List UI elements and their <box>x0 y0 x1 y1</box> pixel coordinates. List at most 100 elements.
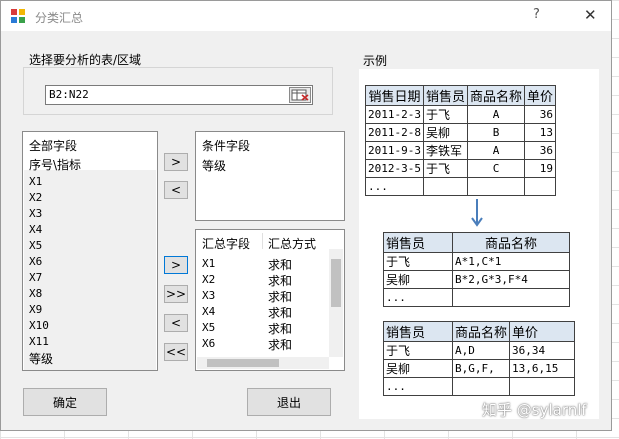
all-fields-item[interactable]: 序号\指标 <box>29 156 81 173</box>
table-cell: 36 <box>524 105 557 124</box>
example-result-table-1: 销售员 商品名称 于飞 A*1,C*1 吴柳 B*2,G*3,F*4 ... <box>383 232 570 307</box>
help-button[interactable]: ? <box>533 7 540 22</box>
table-row: 吴柳 B,G,F, 13,6,15 <box>383 359 576 378</box>
table-cell: B <box>466 123 526 142</box>
watermark: 知乎 @sylarnlf <box>482 401 587 419</box>
table-row: 于飞 A*1,C*1 <box>383 252 570 271</box>
table-cell: 19 <box>524 159 557 178</box>
summary-row-method[interactable]: 求和 <box>268 320 292 337</box>
all-fields-item[interactable]: X6 <box>29 255 42 268</box>
table-cell: 2011-2-8 <box>365 123 424 142</box>
example-section-label: 示例 <box>363 54 388 68</box>
table-cell: 于飞 <box>383 252 453 271</box>
table-cell <box>524 177 557 196</box>
remove-all-summary-button[interactable]: << <box>164 343 188 361</box>
table-row: ... <box>365 177 557 196</box>
table-row: 2012-3-5 于飞 C 19 <box>365 159 557 178</box>
table-header: 销售日期 <box>365 85 424 106</box>
summary-fields-listbox[interactable]: 汇总字段 汇总方式 X1 求和 X2 求和 X3 求和 X4 求和 X5 求和 … <box>195 229 345 371</box>
summary-row-field[interactable]: X1 <box>202 257 215 270</box>
table-header: 销售员 <box>383 321 453 342</box>
table-header: 销售员 <box>383 232 453 253</box>
app-icon <box>11 9 25 23</box>
summary-row-method[interactable]: 求和 <box>268 336 292 353</box>
range-input[interactable]: B2:N22 <box>45 85 313 105</box>
example-panel: 销售日期 销售员 商品名称 单价 2011-2-3 于飞 A 36 2011-2… <box>359 69 599 419</box>
summary-scroll-thumb[interactable] <box>331 259 341 307</box>
table-header: 单价 <box>524 85 557 106</box>
table-cell: 13,6,15 <box>509 359 576 378</box>
window-title: 分类汇总 <box>35 11 84 25</box>
table-cell: 2012-3-5 <box>365 159 424 178</box>
all-fields-item[interactable]: X10 <box>29 319 49 332</box>
table-cell: A,D <box>451 341 511 360</box>
summary-horizontal-scrollbar[interactable] <box>197 357 329 369</box>
table-row: 2011-2-8 吴柳 B 13 <box>365 123 557 142</box>
table-header: 商品名称 <box>452 232 570 253</box>
title-bar: 分类汇总 ? ✕ <box>1 1 611 31</box>
table-cell: B*2,G*3,F*4 <box>452 270 570 289</box>
table-header: 单价 <box>509 321 576 342</box>
summary-row-field[interactable]: X6 <box>202 337 215 350</box>
summary-row-method[interactable]: 求和 <box>268 256 292 273</box>
summary-hscroll-thumb[interactable] <box>207 359 279 367</box>
table-cell <box>466 177 526 196</box>
remove-summary-button[interactable]: < <box>164 314 188 332</box>
all-fields-item[interactable]: 等级 <box>29 350 53 367</box>
summary-method-header: 汇总方式 <box>268 237 317 251</box>
table-cell: 2011-2-3 <box>365 105 424 124</box>
summary-row-method[interactable]: 求和 <box>268 272 292 289</box>
table-cell: ... <box>383 377 453 396</box>
condition-fields-listbox[interactable]: 条件字段 等级 <box>195 131 345 221</box>
table-cell: 于飞 <box>422 159 469 178</box>
table-row: 2011-9-3 李铁军 A 36 <box>365 141 557 160</box>
summary-row-field[interactable]: X3 <box>202 289 215 302</box>
table-row: ... <box>383 288 570 307</box>
all-fields-item[interactable]: X3 <box>29 207 42 220</box>
group-summary-dialog: 分类汇总 ? ✕ 选择要分析的表/区域 B2:N22 全部字段 序号\指标 X1… <box>0 0 612 431</box>
table-cell: 36 <box>524 141 557 160</box>
add-all-summary-button[interactable]: >> <box>164 285 188 303</box>
range-section-label: 选择要分析的表/区域 <box>29 53 142 67</box>
table-cell: 吴柳 <box>383 270 453 289</box>
summary-row-field[interactable]: X2 <box>202 273 215 286</box>
table-cell <box>422 177 469 196</box>
range-picker-icon[interactable] <box>289 87 311 103</box>
table-header: 销售员 <box>422 85 469 106</box>
summary-vertical-scrollbar[interactable] <box>329 249 343 357</box>
table-cell: 13 <box>524 123 557 142</box>
summary-row-field[interactable]: X4 <box>202 305 215 318</box>
summary-row-method[interactable]: 求和 <box>268 304 292 321</box>
table-header: 商品名称 <box>451 321 511 342</box>
summary-row-method[interactable]: 求和 <box>268 288 292 305</box>
table-cell: A <box>466 105 526 124</box>
table-cell: B,G,F, <box>451 359 511 378</box>
all-fields-item[interactable]: X4 <box>29 223 42 236</box>
all-fields-item[interactable]: X1 <box>29 175 42 188</box>
condition-field-item[interactable]: 等级 <box>202 157 226 174</box>
all-fields-header: 全部字段 <box>29 139 78 153</box>
all-fields-listbox[interactable]: 全部字段 序号\指标 X1 X2 X3 X4 X5 X6 X7 X8 X9 X1… <box>22 131 158 371</box>
add-condition-button[interactable]: > <box>164 153 188 171</box>
example-source-table: 销售日期 销售员 商品名称 单价 2011-2-3 于飞 A 36 2011-2… <box>365 85 557 196</box>
all-fields-item[interactable]: X7 <box>29 271 42 284</box>
table-cell: 2011-9-3 <box>365 141 424 160</box>
column-divider <box>262 233 263 249</box>
exit-button[interactable]: 退出 <box>247 388 331 416</box>
table-cell: C <box>466 159 526 178</box>
all-fields-item[interactable]: X8 <box>29 287 42 300</box>
ok-button[interactable]: 确定 <box>23 388 107 416</box>
summary-row-field[interactable]: X5 <box>202 321 215 334</box>
table-cell: 吴柳 <box>383 359 453 378</box>
all-fields-item[interactable]: X5 <box>29 239 42 252</box>
add-summary-button[interactable]: > <box>164 256 188 274</box>
remove-condition-button[interactable]: < <box>164 181 188 199</box>
table-cell: 于飞 <box>422 105 469 124</box>
table-cell: 于飞 <box>383 341 453 360</box>
all-fields-item[interactable]: X2 <box>29 191 42 204</box>
all-fields-item[interactable]: X11 <box>29 335 49 348</box>
table-cell: A <box>466 141 526 160</box>
example-result-table-2: 销售员 商品名称 单价 于飞 A,D 36,34 吴柳 B,G,F, 13,6,… <box>383 321 576 396</box>
all-fields-item[interactable]: X9 <box>29 303 42 316</box>
close-button[interactable]: ✕ <box>584 6 597 24</box>
